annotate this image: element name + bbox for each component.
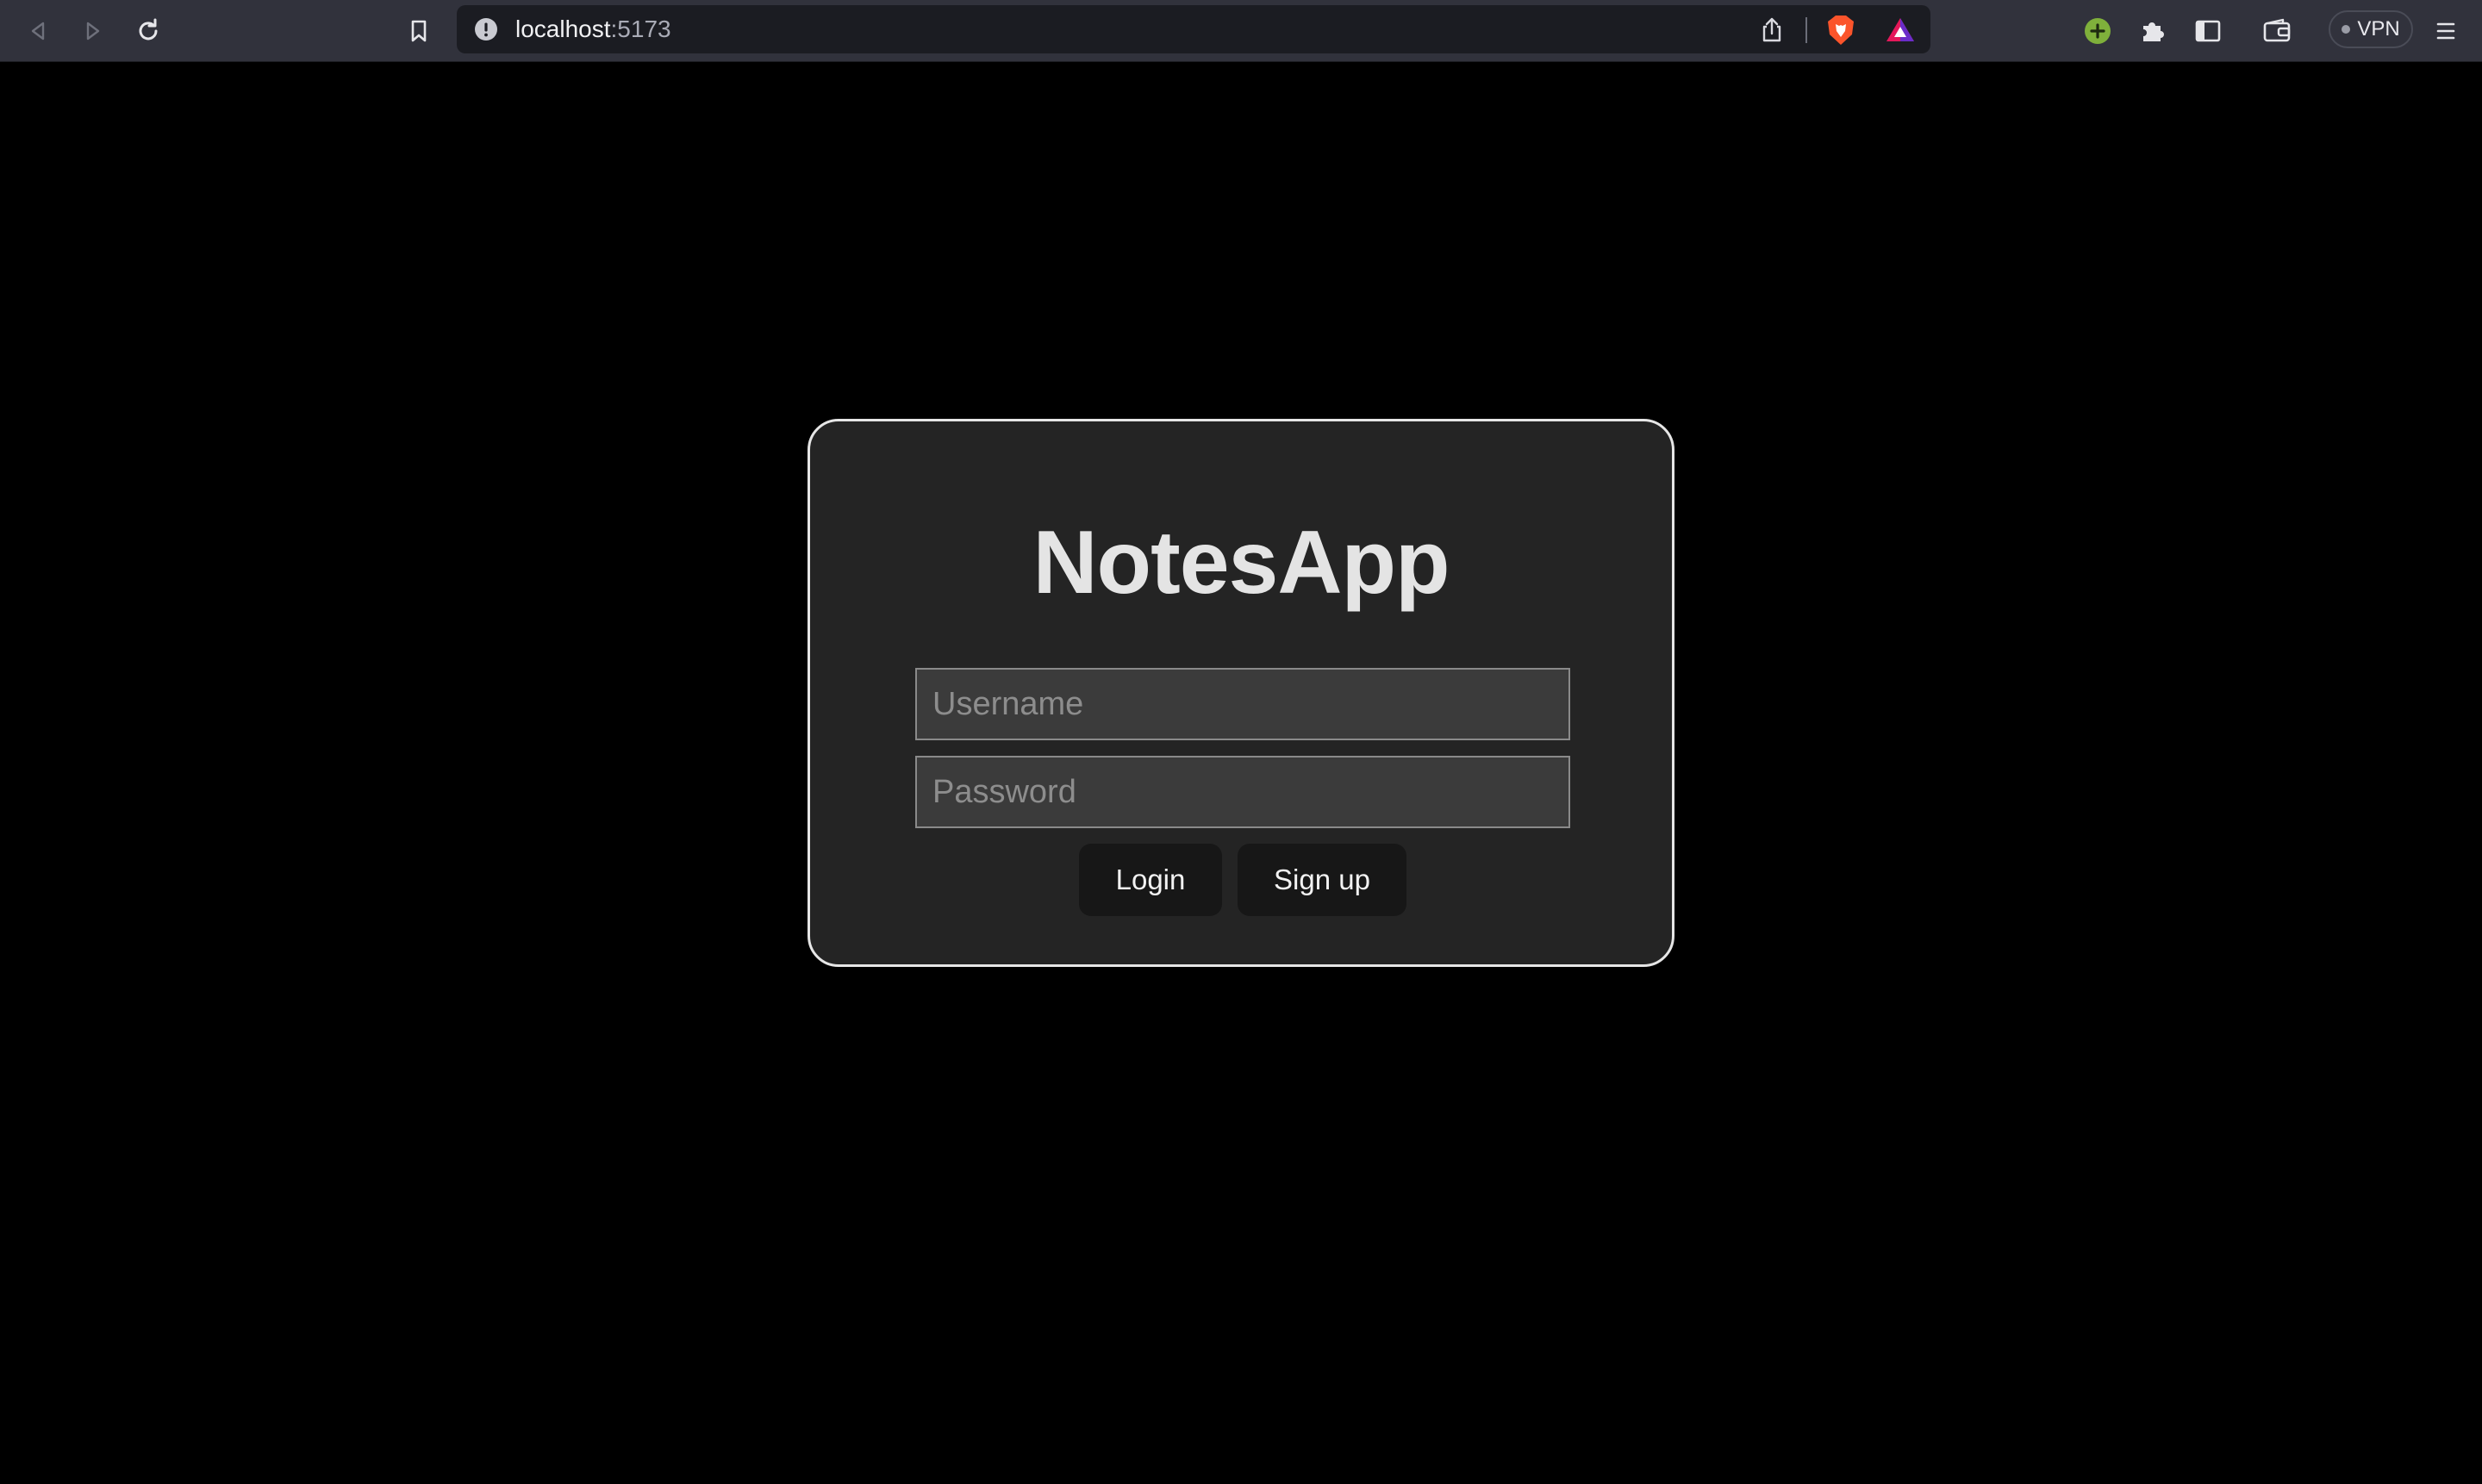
forward-button[interactable] [74, 12, 112, 50]
wallet-icon [2263, 18, 2291, 42]
url-port: :5173 [610, 16, 671, 42]
forward-arrow-icon [86, 22, 100, 41]
reload-button[interactable] [129, 12, 167, 50]
share-icon[interactable] [1758, 16, 1786, 44]
bookmark-icon [411, 20, 427, 42]
sidebar-toggle-button[interactable] [2189, 12, 2227, 50]
puzzle-piece-icon [2143, 22, 2164, 41]
sidebar-toggle-icon [2195, 20, 2221, 42]
url-text[interactable]: localhost:5173 [515, 16, 671, 42]
address-bar-divider [1805, 17, 1807, 43]
username-input[interactable] [915, 668, 1570, 740]
main-menu-button[interactable] [2427, 12, 2465, 50]
signup-button[interactable]: Sign up [1238, 844, 1406, 916]
url-host: localhost [515, 16, 611, 42]
back-button[interactable] [19, 12, 57, 50]
app-title: NotesApp [1032, 513, 1450, 613]
vpn-button[interactable]: VPN [2329, 10, 2413, 48]
browser-toolbar: localhost:5173 VPN [0, 0, 2482, 62]
login-card: NotesApp Login Sign up [808, 419, 1674, 967]
extensions-button[interactable] [2134, 12, 2172, 50]
extension-added-button[interactable] [2079, 12, 2117, 50]
bookmark-button[interactable] [400, 12, 438, 50]
back-arrow-icon [31, 22, 45, 41]
login-button[interactable]: Login [1079, 844, 1222, 916]
brave-shield-icon[interactable] [1825, 14, 1856, 47]
brave-rewards-icon[interactable] [1884, 16, 1917, 45]
vpn-label: VPN [2357, 17, 2400, 41]
vpn-status-dot [2342, 25, 2351, 34]
password-input[interactable] [915, 756, 1570, 828]
hamburger-menu-icon [2436, 22, 2455, 40]
address-bar[interactable]: localhost:5173 [457, 5, 1930, 53]
extension-plus-icon [2085, 18, 2111, 44]
reload-icon [139, 18, 158, 41]
wallet-button[interactable] [2258, 12, 2296, 50]
site-info-icon[interactable] [474, 17, 498, 41]
